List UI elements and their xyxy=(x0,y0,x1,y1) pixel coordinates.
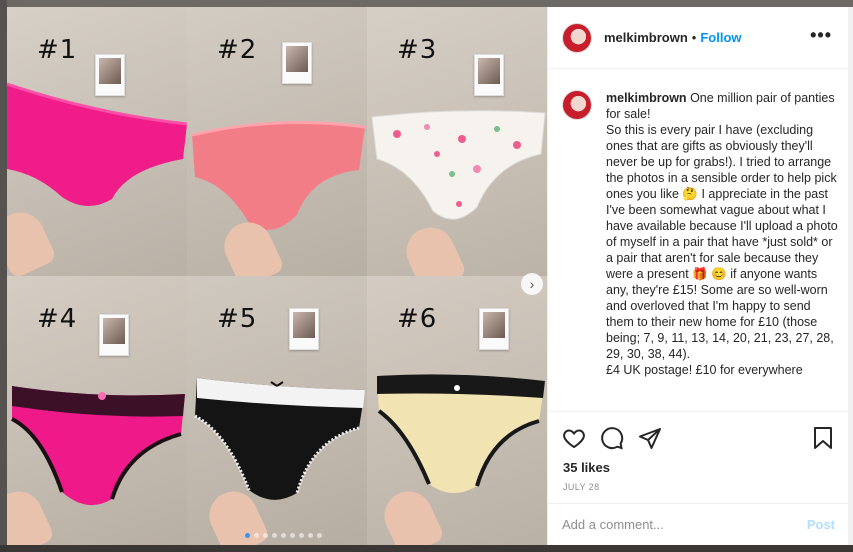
comment-bar: Post xyxy=(548,503,849,545)
photo-cell-3: #3 xyxy=(367,7,547,276)
panties-6 xyxy=(377,374,545,494)
carousel-dot xyxy=(281,533,286,538)
carousel-dot xyxy=(299,533,304,538)
polaroid-photo xyxy=(282,42,312,84)
carousel-dot xyxy=(290,533,295,538)
photo-label-4: #4 xyxy=(37,304,78,334)
avatar[interactable] xyxy=(562,22,592,53)
carousel-dot xyxy=(254,533,259,538)
panties-2 xyxy=(191,121,366,230)
carousel-dots xyxy=(245,533,322,538)
carousel-dot xyxy=(317,533,322,538)
caption-area: melkimbrown One million pair of panties … xyxy=(562,82,838,410)
photo-label-5: #5 xyxy=(217,304,258,334)
header-username[interactable]: melkimbrown xyxy=(604,30,688,45)
carousel-next-button[interactable]: › xyxy=(521,273,543,295)
photo-cell-5: #5 xyxy=(187,276,367,545)
photo-label-1: #1 xyxy=(37,35,78,65)
panties-3 xyxy=(371,110,546,220)
backdrop-bottom xyxy=(0,545,853,552)
backdrop-left xyxy=(0,0,7,552)
post-header: melkimbrown • Follow ••• xyxy=(548,7,848,69)
carousel-dot xyxy=(245,533,250,538)
post-date[interactable]: JULY 28 xyxy=(563,482,600,492)
photo-cell-2: #2 xyxy=(187,7,367,276)
photo-cell-6: #6 xyxy=(367,276,547,545)
carousel-dot xyxy=(308,533,313,538)
photo-cell-1: #1 xyxy=(7,7,187,276)
caption-username[interactable]: melkimbrown xyxy=(606,91,687,105)
likes-count[interactable]: 35 likes xyxy=(563,460,610,475)
caption-avatar[interactable] xyxy=(562,90,592,120)
carousel-dot xyxy=(272,533,277,538)
post-side-panel: melkimbrown • Follow ••• melkimbrown One… xyxy=(547,7,849,545)
polaroid-photo xyxy=(99,314,129,356)
post-image[interactable]: #1 #2 #3 #4 #5 #6 › xyxy=(7,7,547,545)
polaroid-photo xyxy=(474,54,504,96)
follow-button[interactable]: Follow xyxy=(700,30,741,45)
polaroid-photo xyxy=(289,308,319,350)
header-separator: • xyxy=(691,30,697,45)
polaroid-photo xyxy=(479,308,509,350)
panties-5 xyxy=(194,378,365,500)
photo-cell-4: #4 xyxy=(7,276,187,545)
comment-icon[interactable] xyxy=(600,426,624,455)
photo-label-2: #2 xyxy=(217,35,258,65)
carousel-dot xyxy=(263,533,268,538)
panties-1 xyxy=(7,82,187,207)
photo-label-6: #6 xyxy=(397,304,438,334)
caption-body: One million pair of panties for sale! So… xyxy=(606,91,838,377)
post-comment-button[interactable]: Post xyxy=(807,517,835,532)
backdrop-top xyxy=(0,0,853,7)
caption: melkimbrown One million pair of panties … xyxy=(606,90,838,378)
comment-input[interactable] xyxy=(562,517,807,532)
scrollbar[interactable] xyxy=(848,7,853,545)
action-buttons xyxy=(562,426,662,455)
photo-label-3: #3 xyxy=(397,35,438,65)
bookmark-icon[interactable] xyxy=(811,426,835,455)
share-icon[interactable] xyxy=(638,426,662,455)
more-icon[interactable]: ••• xyxy=(810,26,832,44)
heart-icon[interactable] xyxy=(562,426,586,455)
